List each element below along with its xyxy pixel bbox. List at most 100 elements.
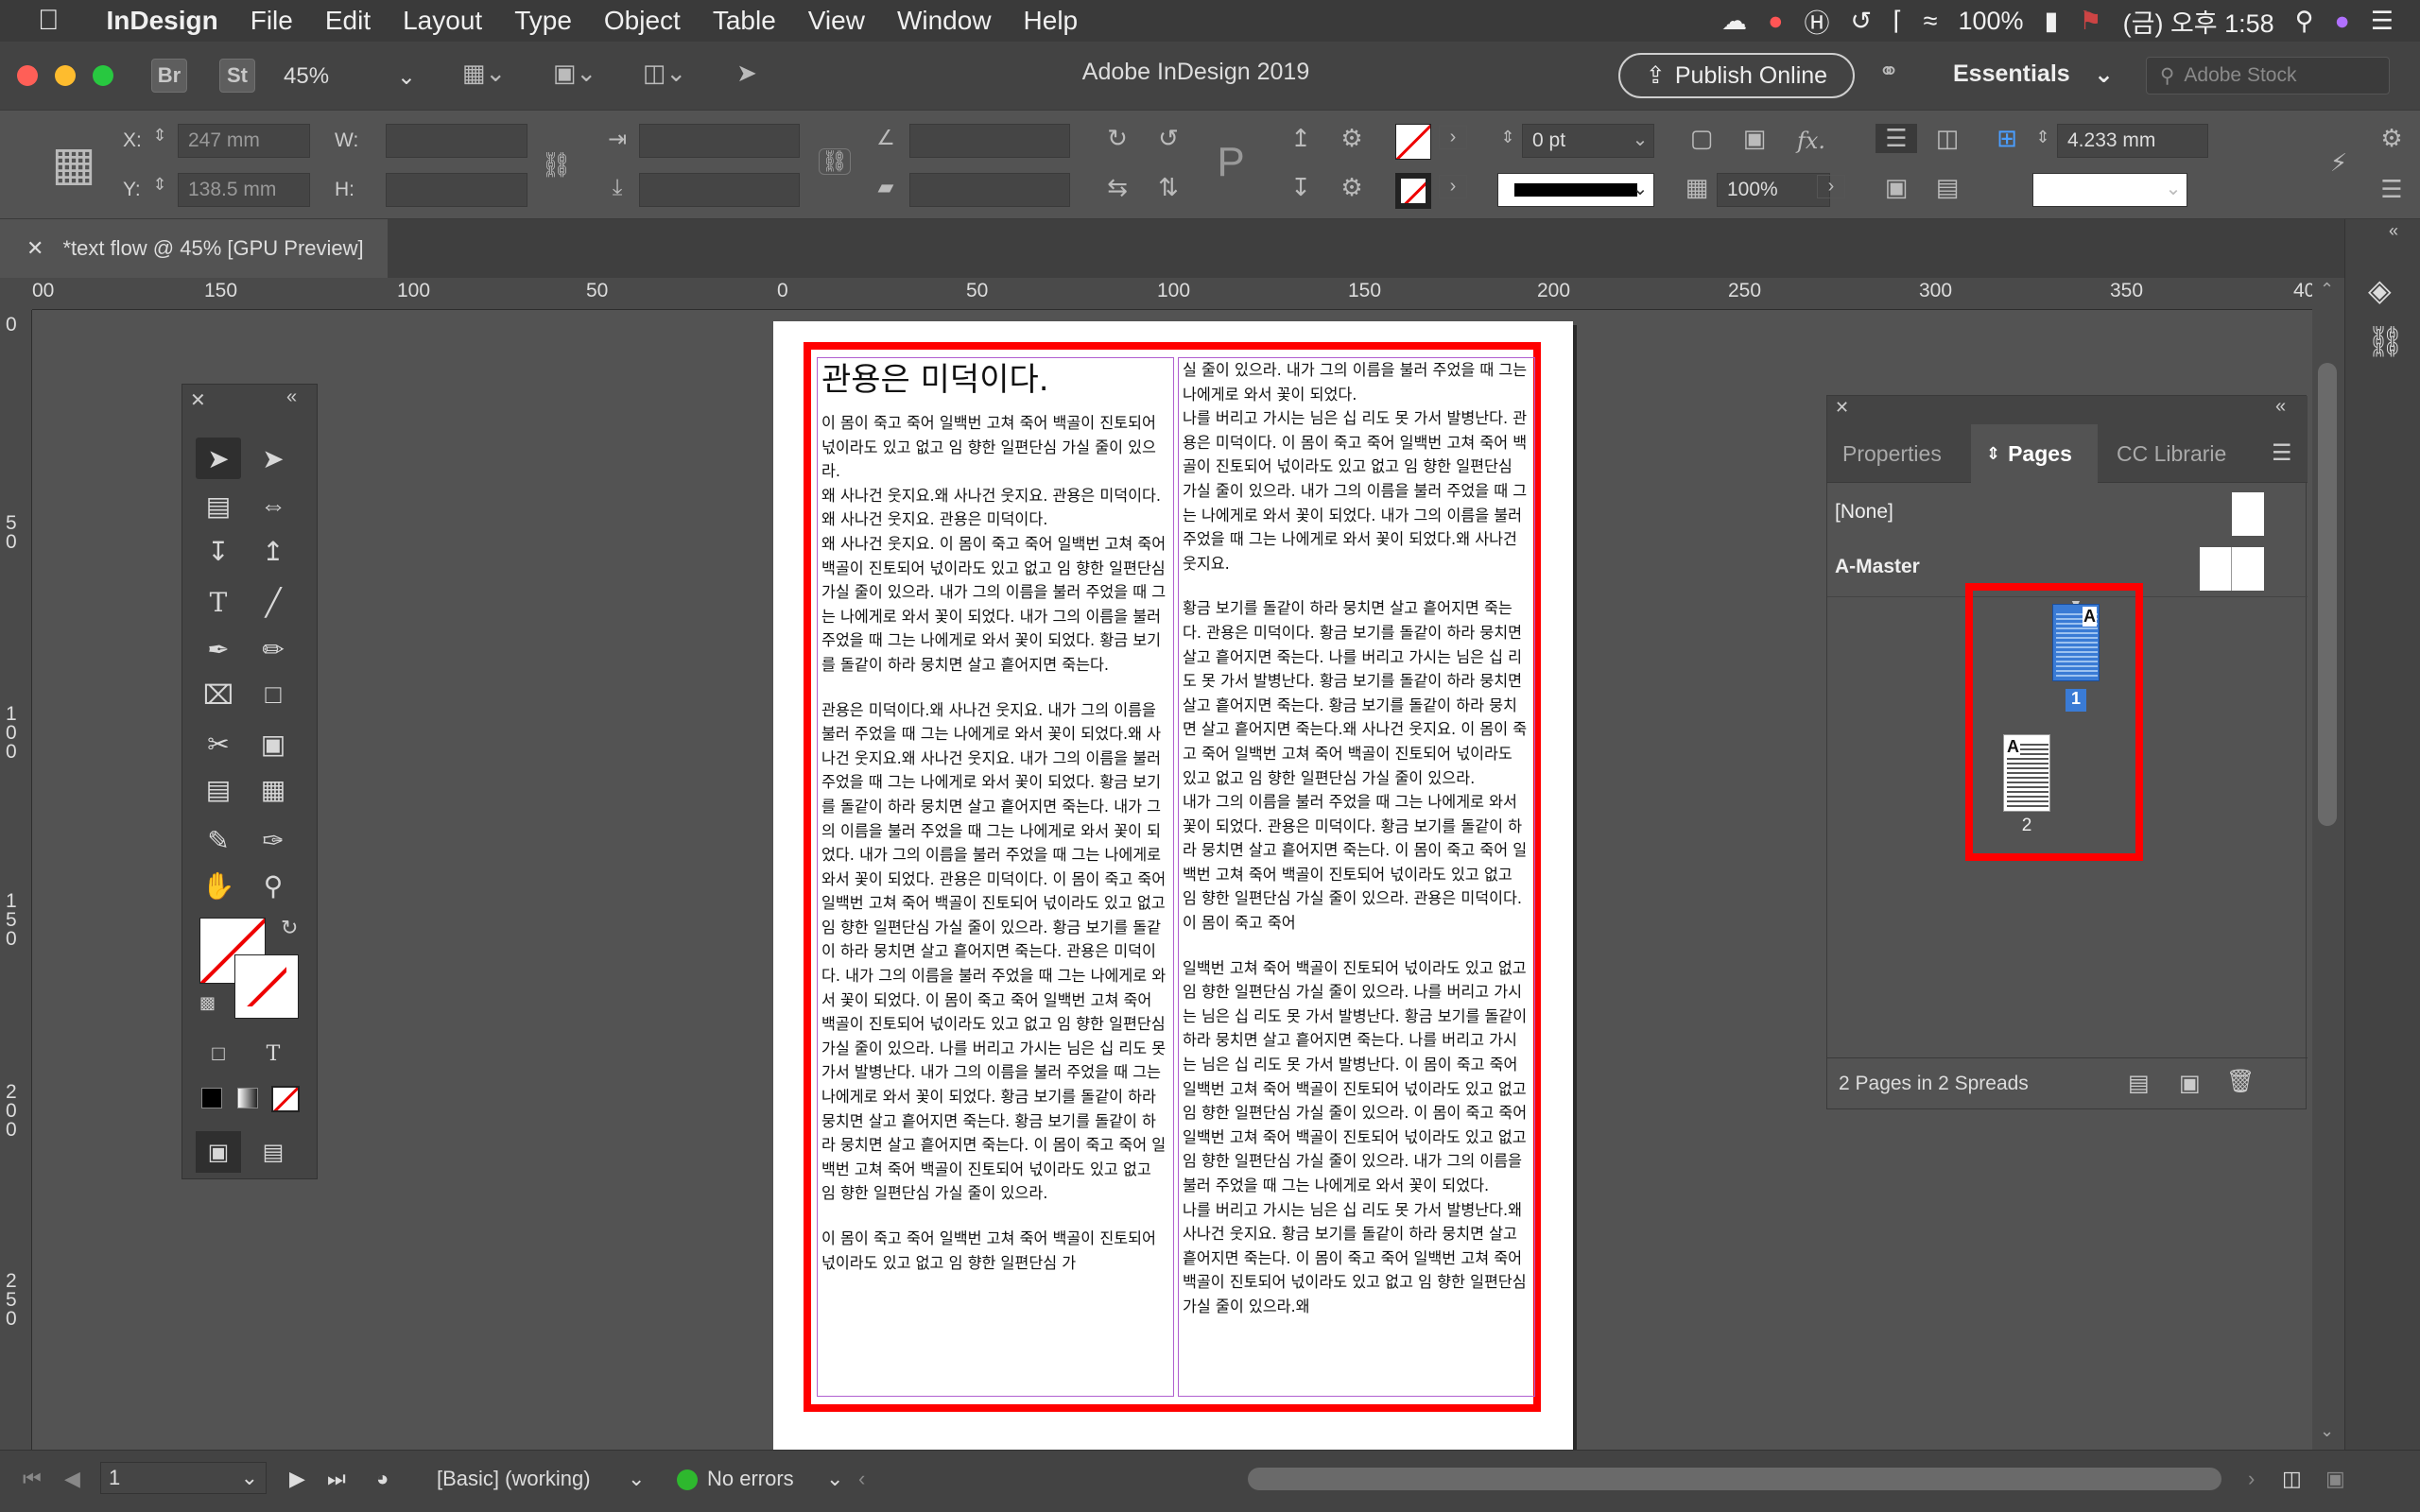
content-placer-icon[interactable]: ↥ — [251, 530, 296, 572]
siri-icon[interactable]: ● — [2334, 7, 2349, 36]
default-fill-stroke-icon[interactable]: ▩ — [199, 993, 216, 1013]
path-text-icon[interactable]: P — [1208, 139, 1253, 186]
rotation-angle-field[interactable] — [909, 124, 1070, 158]
workspace-dropdown[interactable]: Essentials ⌄ — [1953, 60, 2114, 89]
chevron-down-icon[interactable]: ⌄ — [1626, 128, 1654, 151]
text-frame-highlight[interactable]: 관용은 미덕이다. 이 몸이 죽고 죽어 일백번 고쳐 죽어 백골이 진토되어 … — [804, 342, 1541, 1412]
creative-cloud-icon[interactable]: ☁ — [1721, 7, 1747, 36]
apply-gradient-icon[interactable] — [237, 1088, 258, 1108]
stroke-proxy[interactable] — [234, 954, 299, 1019]
publish-icon[interactable]: ➤ — [728, 59, 766, 88]
close-icon[interactable]: ✕ — [190, 388, 206, 412]
collapse-icon[interactable]: « — [2275, 396, 2286, 418]
zoom-level-dropdown[interactable]: 45% ⌄ — [284, 60, 416, 93]
selection-tool-icon[interactable]: ➤ — [196, 438, 241, 479]
layers-icon[interactable]: ◈ — [2368, 272, 2392, 308]
flip-horizontal-icon[interactable]: ⇆ — [1098, 173, 1136, 202]
gutter-stepper-icon[interactable]: ⇕ — [2032, 128, 2053, 147]
tab-cc-libraries[interactable]: CC Librarie — [2101, 424, 2262, 483]
eyedropper-tool-icon[interactable]: ✑ — [251, 819, 296, 861]
tools-panel[interactable]: ✕ « ➤ ➤ ▤ ⇔ ↧ ↥ T ╱ ✒ ✏ ⌧ □ ✂ ▣ ▤ ▦ ✎ ✑ … — [182, 384, 318, 1179]
stroke-weight-stepper-icon[interactable]: ⇕ — [1497, 128, 1518, 147]
dictionary-icon[interactable]: Ⓗ — [1804, 3, 1829, 40]
tab-properties[interactable]: Properties — [1827, 424, 1971, 483]
collapse-icon[interactable]: « — [286, 387, 297, 408]
close-window-icon[interactable] — [17, 65, 38, 86]
select-container-icon[interactable]: ↥ — [1282, 124, 1320, 153]
y-stepper-icon[interactable]: ⇕ — [149, 175, 170, 195]
menu-app-name[interactable]: InDesign — [107, 6, 218, 36]
quick-apply-icon[interactable]: ⚡ — [2320, 148, 2358, 178]
y-position-field[interactable]: 138.5 mm — [178, 173, 310, 207]
gradient-feather-tool-icon[interactable]: ▦ — [251, 768, 296, 810]
adobe-stock-search[interactable]: ⚲ Adobe Stock — [2146, 57, 2390, 94]
wifi-icon[interactable]: ≈ — [1924, 7, 1938, 36]
expand-panels-icon[interactable]: « — [2389, 221, 2398, 241]
menu-type[interactable]: Type — [514, 6, 572, 36]
first-page-icon[interactable]: ⏮ — [23, 1451, 42, 1507]
notification-icon[interactable]: ● — [1768, 7, 1783, 36]
flip-vertical-icon[interactable]: ⇅ — [1150, 173, 1187, 202]
scrollbar-thumb[interactable] — [2318, 363, 2337, 826]
stroke-menu-arrow-icon[interactable]: › — [1439, 175, 1467, 198]
lightbulb-icon[interactable]: ⚭ — [1870, 57, 1908, 86]
master-a-right-thumbnail[interactable] — [2232, 547, 2264, 591]
clock[interactable]: (금) 오후 1:58 — [2123, 3, 2274, 40]
document-tab[interactable]: ✕ *text flow @ 45% [GPU Preview] — [0, 219, 388, 278]
chevron-down-icon[interactable]: ⌄ — [2159, 177, 2187, 200]
new-page-icon[interactable]: ▣ — [2179, 1070, 2201, 1097]
ruler-origin[interactable] — [0, 278, 32, 310]
text-column-right[interactable]: 실 줄이 있으라. 내가 그의 이름을 불러 주었을 때 그는 나에게로 와서 … — [1178, 357, 1535, 1397]
direct-selection-tool-icon[interactable]: ➤ — [251, 438, 296, 479]
view-options-icon[interactable]: ▦⌄ — [456, 59, 512, 88]
constrain-proportions-icon[interactable]: ⛓ — [541, 150, 572, 180]
height-field[interactable] — [386, 173, 527, 207]
opacity-arrow-icon[interactable]: › — [1817, 175, 1845, 198]
links-icon[interactable]: ⛓ — [2366, 323, 2405, 359]
align-bottom-frame-icon[interactable]: ▤ — [1928, 173, 1966, 202]
screen-mode-icon[interactable]: ▣⌄ — [546, 59, 603, 88]
hand-tool-icon[interactable]: ✋ — [196, 865, 241, 906]
stroke-swatch[interactable] — [1395, 173, 1431, 209]
rotate-cw-icon[interactable]: ↻ — [1098, 124, 1136, 153]
x-position-field[interactable]: 247 mm — [178, 124, 310, 158]
flag-icon[interactable]: ⚑ — [2079, 7, 2101, 36]
page-1-thumbnail[interactable]: A — [2052, 604, 2100, 681]
menu-layout[interactable]: Layout — [403, 6, 482, 36]
stock-button[interactable]: St — [219, 59, 255, 93]
page-tool-icon[interactable]: ▤ — [196, 485, 241, 526]
open-page-icon[interactable]: ◕ — [376, 1451, 389, 1507]
scroll-right-icon[interactable]: › — [2248, 1451, 2255, 1507]
previous-page-icon[interactable]: ◀ — [64, 1451, 80, 1507]
scale-y-field[interactable] — [639, 173, 800, 207]
rotate-ccw-icon[interactable]: ↺ — [1150, 124, 1187, 153]
spotlight-icon[interactable]: ⚲ — [2295, 7, 2314, 36]
constrain-scale-icon[interactable]: ⛓ — [819, 148, 851, 175]
panel-menu-icon[interactable]: ☰ — [2373, 175, 2411, 204]
free-transform-tool-icon[interactable]: ▣ — [251, 723, 296, 765]
width-field[interactable] — [386, 124, 527, 158]
close-icon[interactable]: ✕ — [1835, 398, 1849, 418]
note-tool-icon[interactable]: ✎ — [196, 819, 241, 861]
arrange-documents-icon[interactable]: ◫⌄ — [633, 59, 696, 88]
scroll-down-icon[interactable]: ⌄ — [2320, 1421, 2334, 1441]
apply-none-icon[interactable] — [271, 1086, 300, 1112]
apply-color-icon[interactable] — [201, 1088, 222, 1108]
menu-object[interactable]: Object — [604, 6, 681, 36]
split-window-icon[interactable]: ◫ — [2282, 1451, 2302, 1507]
swap-fill-stroke-icon[interactable]: ↻ — [281, 916, 298, 940]
scroll-left-icon[interactable]: ‹ — [858, 1451, 865, 1507]
delete-page-icon[interactable]: 🗑 — [2226, 1068, 2255, 1095]
chevron-down-icon[interactable]: ⌄ — [628, 1451, 645, 1507]
reference-point-icon[interactable]: ▦ — [47, 137, 100, 190]
apple-icon[interactable]:  — [38, 5, 60, 37]
menu-help[interactable]: Help — [1024, 6, 1079, 36]
menu-table[interactable]: Table — [713, 6, 776, 36]
line-tool-icon[interactable]: ╱ — [251, 581, 296, 623]
zoom-window-icon[interactable] — [93, 65, 113, 86]
text-columns-icon[interactable]: ☰ — [1876, 124, 1917, 153]
align-top-frame-icon[interactable]: ◫ — [1928, 124, 1966, 153]
minimize-window-icon[interactable] — [55, 65, 76, 86]
rectangle-frame-tool-icon[interactable]: ⌧ — [196, 674, 241, 715]
vertical-ruler[interactable]: 0 5 0 1 0 0 1 5 0 2 0 0 2 5 0 — [0, 278, 32, 1450]
